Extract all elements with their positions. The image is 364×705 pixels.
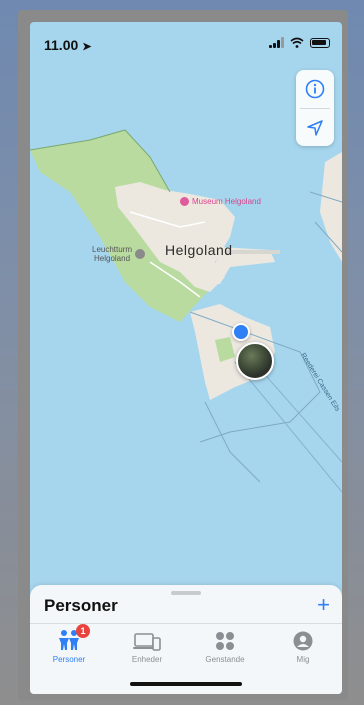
location-arrow-icon: ➤ [82,41,92,53]
pier-1 [225,250,280,254]
devices-icon [133,633,161,651]
people-sheet[interactable]: Personer + 1 Personer Enheder Genstande … [30,585,342,694]
map-controls [296,70,334,146]
poi-lighthouse-line1: Leuchtturm [92,245,133,254]
info-icon [305,79,325,99]
tab-label: Personer [52,655,86,664]
poi-lighthouse[interactable]: Leuchtturm Helgoland [92,245,146,263]
my-location-dot [232,323,250,341]
map-info-button[interactable] [296,70,334,108]
tab-personer[interactable]: 1 Personer [30,624,108,671]
tab-bar: 1 Personer Enheder Genstande Mig [30,624,342,671]
dune-land [320,152,342,262]
person-avatar-pin[interactable] [236,342,274,380]
breakwater-2 [204,401,261,483]
poi-museum-label: Museum Helgoland [192,197,261,206]
wifi-icon [290,37,304,48]
tab-label: Enheder [131,655,163,664]
items-grid-icon [216,632,234,650]
home-indicator[interactable] [130,682,242,686]
poi-lighthouse-line2: Helgoland [94,254,131,263]
lighthouse-icon [135,249,146,259]
tab-enheder[interactable]: Enheder [108,627,186,671]
tab-badge: 1 [76,624,90,638]
add-person-button[interactable]: + [317,593,330,617]
tab-genstande[interactable]: Genstande [186,627,264,671]
sheet-grabber[interactable] [171,591,201,595]
location-arrow-icon [307,120,323,136]
sheet-title: Personer [44,596,118,615]
signal-icon [269,37,284,48]
museum-icon [180,197,189,206]
sheet-divider [30,623,342,624]
battery-icon [310,37,330,48]
status-bar: 11.00 ➤ [30,22,342,66]
tab-mig[interactable]: Mig [264,627,342,671]
tab-label: Genstande [205,655,245,664]
poi-museum[interactable]: Museum Helgoland [180,197,261,206]
track-location-button[interactable] [296,109,334,147]
person-circle-icon [293,631,313,651]
status-time: 11.00 ➤ [44,37,92,53]
tab-label: Mig [296,655,310,664]
place-label: Helgoland [165,242,233,258]
phone-screen: Museum Helgoland Leuchtturm Helgoland He… [30,22,342,694]
